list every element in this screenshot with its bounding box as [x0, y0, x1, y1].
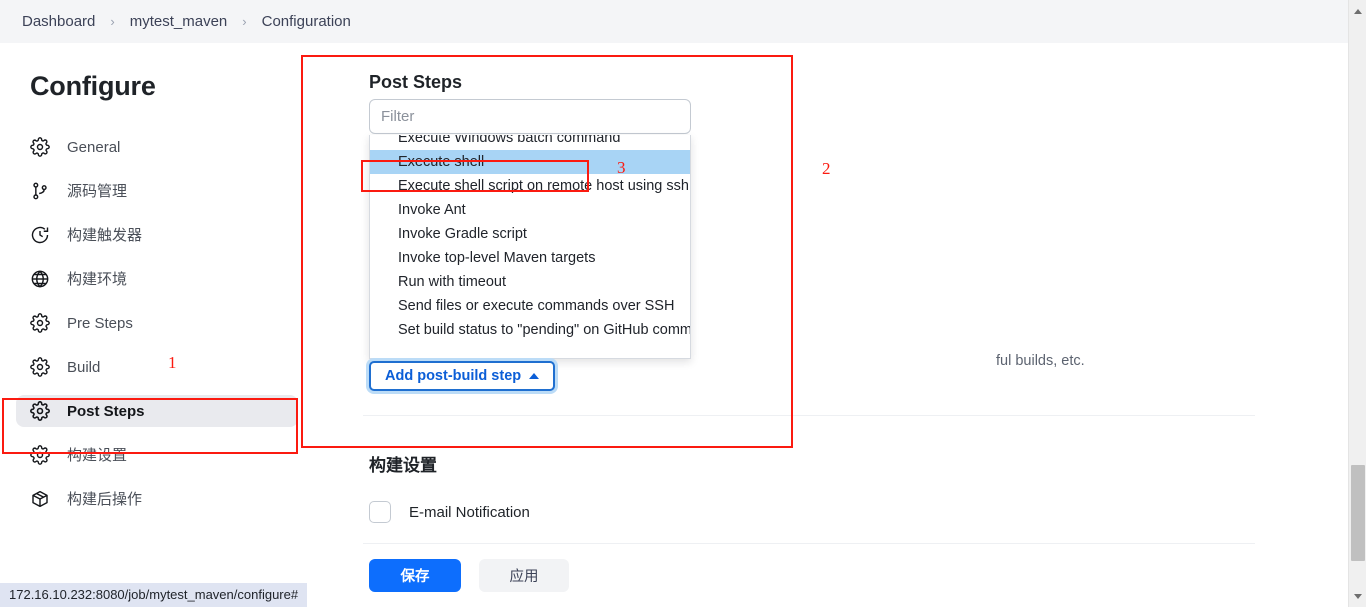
- post-steps-dropdown-list[interactable]: Execute Windows batch command Execute sh…: [369, 135, 691, 359]
- dropdown-scroll-area: Execute Windows batch command Execute sh…: [370, 135, 690, 342]
- sidebar-item-label: 构建触发器: [67, 228, 142, 243]
- sidebar-item-label: Build: [67, 360, 100, 375]
- sidebar-item-pre-steps[interactable]: Pre Steps: [16, 307, 298, 339]
- sidebar-item-build-settings[interactable]: 构建设置: [16, 439, 298, 471]
- dropdown-option-invoke-ant[interactable]: Invoke Ant: [370, 198, 690, 222]
- dropdown-option-run-with-timeout[interactable]: Run with timeout: [370, 270, 690, 294]
- gear-icon: [30, 357, 50, 377]
- sidebar-item-label: General: [67, 140, 120, 155]
- save-button[interactable]: 保存: [369, 559, 461, 592]
- sidebar-item-build-triggers[interactable]: 构建触发器: [16, 219, 298, 251]
- dropdown-option-execute-windows-batch-command[interactable]: Execute Windows batch command: [370, 135, 690, 150]
- caret-up-icon: [529, 373, 539, 379]
- build-settings-heading: 构建设置: [369, 451, 437, 476]
- section-divider: [363, 415, 1255, 416]
- git-branch-icon: [30, 181, 50, 201]
- form-actions: 保存 应用: [369, 559, 569, 592]
- sidebar-item-label: 构建环境: [67, 272, 127, 287]
- dropdown-option-execute-shell-script-remote-ssh[interactable]: Execute shell script on remote host usin…: [370, 174, 690, 198]
- add-post-build-step-label: Add post-build step: [385, 368, 521, 384]
- dropdown-option-invoke-gradle-script[interactable]: Invoke Gradle script: [370, 222, 690, 246]
- triangle-up-icon: [1354, 9, 1362, 14]
- page-scrollbar[interactable]: [1348, 0, 1366, 607]
- scroll-up-arrow-icon[interactable]: [1349, 2, 1366, 20]
- browser-status-bar-url: 172.16.10.232:8080/job/mytest_maven/conf…: [0, 583, 307, 607]
- gear-icon: [30, 137, 50, 157]
- package-icon: [30, 489, 50, 509]
- dropdown-option-invoke-top-level-maven-targets[interactable]: Invoke top-level Maven targets: [370, 246, 690, 270]
- breadcrumb-separator-icon: ›: [99, 14, 125, 29]
- gear-icon: [30, 445, 50, 465]
- post-steps-heading: Post Steps: [369, 72, 462, 93]
- dropdown-option-execute-shell[interactable]: Execute shell: [370, 150, 690, 174]
- post-steps-description-text: ful builds, etc.: [996, 353, 1085, 369]
- email-notification-row[interactable]: E-mail Notification: [369, 501, 530, 523]
- page-body: Configure General: [0, 43, 1348, 607]
- globe-icon: [30, 269, 50, 289]
- add-post-build-step-button[interactable]: Add post-build step: [369, 361, 555, 391]
- dropdown-option-send-files-or-execute-commands-over-ssh[interactable]: Send files or execute commands over SSH: [370, 294, 690, 318]
- scrollbar-thumb[interactable]: [1351, 465, 1365, 561]
- sidebar-item-build[interactable]: Build: [16, 351, 298, 383]
- breadcrumb: Dashboard › mytest_maven › Configuration: [0, 11, 355, 32]
- filter-input[interactable]: [369, 99, 691, 134]
- sidebar-item-label: 源码管理: [67, 184, 127, 199]
- gear-icon: [30, 313, 50, 333]
- sidebar-item-label: Post Steps: [67, 404, 145, 419]
- sidebar-item-post-build-actions[interactable]: 构建后操作: [16, 483, 298, 515]
- sidebar-item-label: 构建设置: [67, 448, 127, 463]
- sidebar-item-general[interactable]: General: [16, 131, 298, 163]
- sidebar-nav: General 源码管理: [16, 131, 298, 527]
- breadcrumb-mytest-maven[interactable]: mytest_maven: [126, 11, 232, 32]
- email-notification-label: E-mail Notification: [409, 504, 530, 521]
- sidebar-item-label: 构建后操作: [67, 492, 142, 507]
- triangle-down-icon: [1354, 594, 1362, 599]
- page-title: Configure: [30, 71, 156, 102]
- sidebar-item-post-steps[interactable]: Post Steps: [16, 395, 298, 427]
- top-header-bar: Dashboard › mytest_maven › Configuration: [0, 0, 1348, 43]
- scroll-down-arrow-icon[interactable]: [1349, 587, 1366, 605]
- sidebar-item-build-environment[interactable]: 构建环境: [16, 263, 298, 295]
- gear-icon: [30, 401, 50, 421]
- dropdown-option-set-build-status-pending-github[interactable]: Set build status to "pending" on GitHub …: [370, 318, 690, 342]
- main-content: Post Steps Execute Windows batch command…: [306, 43, 1348, 607]
- email-notification-checkbox[interactable]: [369, 501, 391, 523]
- apply-button[interactable]: 应用: [479, 559, 569, 592]
- sidebar-item-source-code-management[interactable]: 源码管理: [16, 175, 298, 207]
- breadcrumb-dashboard[interactable]: Dashboard: [18, 11, 99, 32]
- actions-divider: [363, 543, 1255, 544]
- breadcrumb-configuration[interactable]: Configuration: [258, 11, 355, 32]
- breadcrumb-separator-icon: ›: [231, 14, 257, 29]
- sidebar-item-label: Pre Steps: [67, 316, 133, 331]
- configure-sidebar: Configure General: [0, 43, 306, 607]
- clock-icon: [30, 225, 50, 245]
